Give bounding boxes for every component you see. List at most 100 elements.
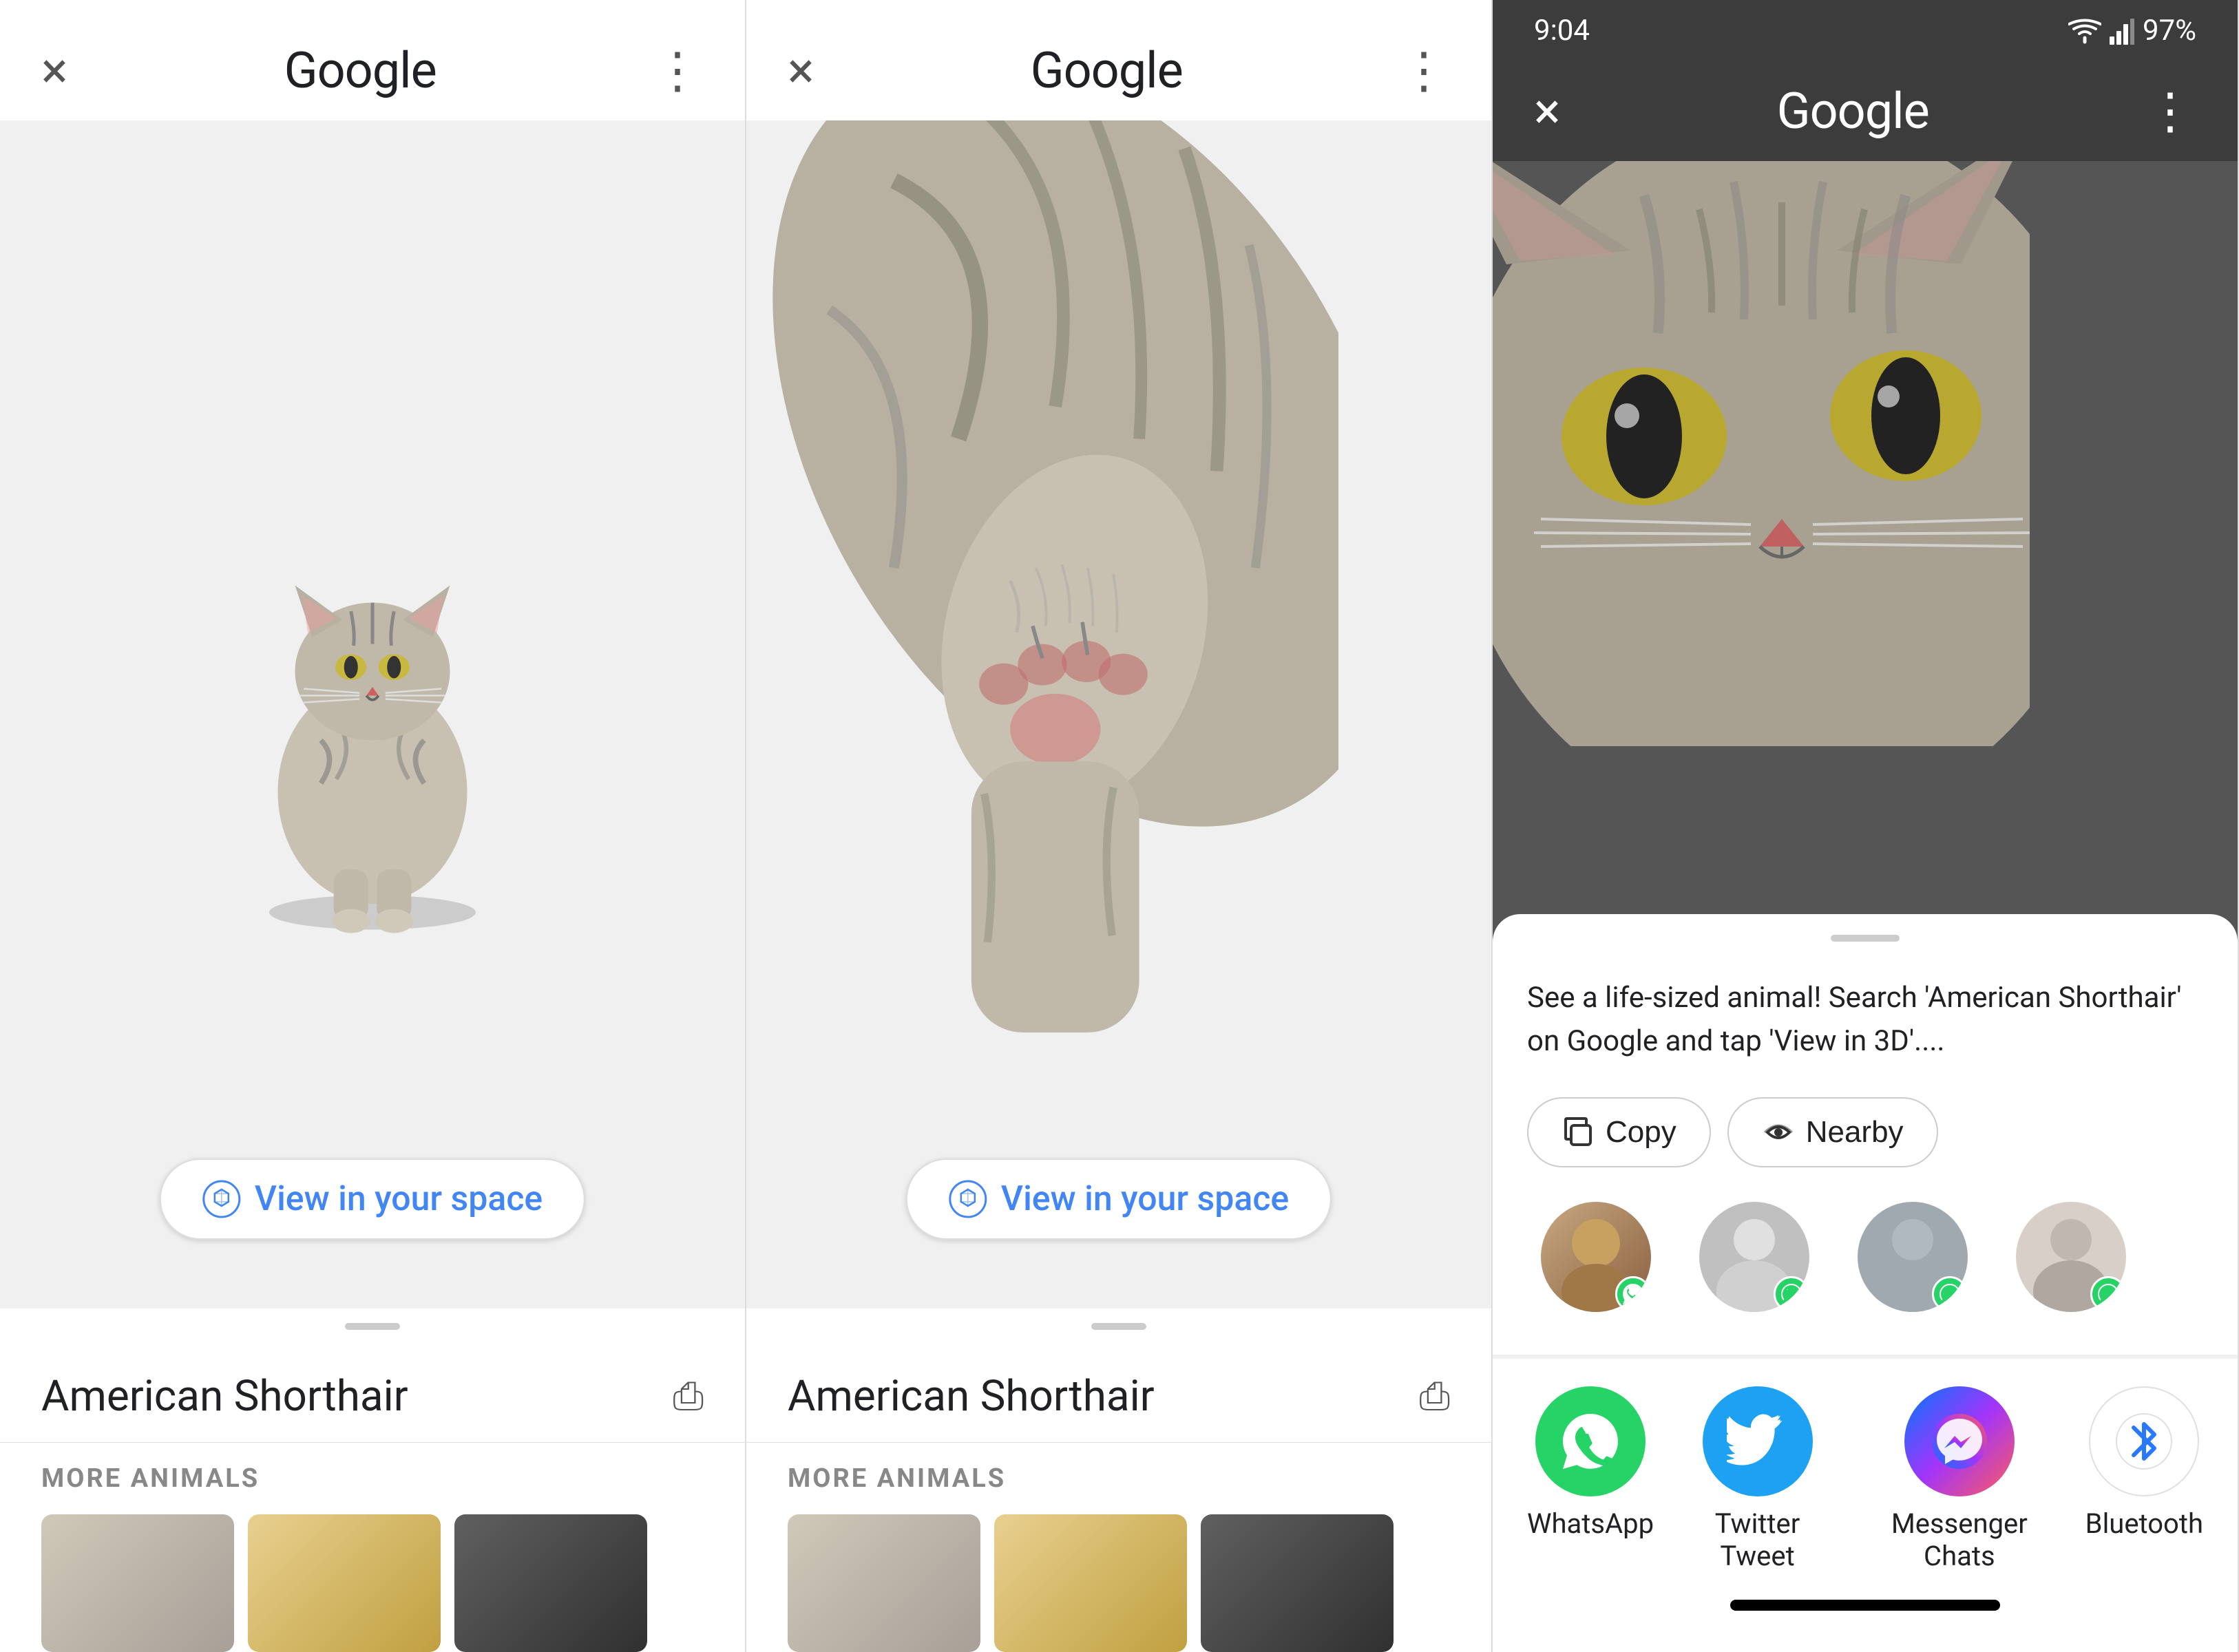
copy-label: Copy (1606, 1115, 1676, 1150)
nearby-icon (1762, 1116, 1795, 1149)
cat-zoomed-model[interactable] (746, 120, 1338, 1084)
cat-3d-model[interactable] (200, 491, 545, 938)
scroll-indicator-2 (746, 1309, 1491, 1344)
animal-thumb-2[interactable] (248, 1514, 441, 1652)
app-messenger[interactable]: Messenger Chats (1861, 1386, 2058, 1572)
whatsapp-label: WhatsApp (1527, 1507, 1654, 1540)
close-button-3[interactable]: × (1534, 87, 1560, 136)
more-animals-label: MORE ANIMALS (41, 1463, 704, 1494)
bluetooth-svg (2113, 1410, 2175, 1472)
bottom-section-2: American Shorthair ⎙ (746, 1344, 1491, 1442)
status-time: 9:04 (1534, 14, 1590, 47)
app-whatsapp[interactable]: WhatsApp (1527, 1386, 1654, 1572)
contact-avatar-2 (1699, 1202, 1809, 1312)
panel2-model-area: View in your space (746, 120, 1491, 1309)
wifi-icon (2068, 17, 2101, 45)
menu-button[interactable]: ⋮ (653, 59, 704, 83)
share-button-2[interactable]: ⎙ (1419, 1373, 1450, 1419)
app-title-3: Google (1777, 82, 1929, 140)
app-twitter[interactable]: Twitter Tweet (1681, 1386, 1833, 1572)
nearby-button[interactable]: Nearby (1727, 1097, 1938, 1167)
twitter-label: Twitter Tweet (1681, 1507, 1833, 1572)
twitter-app-icon (1703, 1386, 1813, 1496)
twitter-svg (1727, 1410, 1789, 1472)
divider (1493, 1355, 2238, 1359)
animal-thumb-3[interactable] (454, 1514, 647, 1652)
sheet-handle (1831, 935, 1900, 942)
bluetooth-app-icon (2089, 1386, 2199, 1496)
contact-2[interactable] (1685, 1202, 1823, 1320)
share-button[interactable]: ⎙ (673, 1373, 704, 1419)
contact-3[interactable] (1844, 1202, 1982, 1320)
view-space-button-2[interactable]: View in your space (906, 1158, 1332, 1240)
panel-1: × Google ⋮ (0, 0, 746, 1652)
status-bar: 9:04 97% (1493, 0, 2238, 54)
whatsapp-badge-1 (1615, 1276, 1651, 1312)
messenger-app-icon (1904, 1386, 2015, 1496)
whatsapp-app-icon (1535, 1386, 1646, 1496)
animal-thumb-5[interactable] (994, 1514, 1187, 1652)
whatsapp-icon-small (1621, 1282, 1645, 1306)
whatsapp-icon-small-2 (1780, 1282, 1803, 1306)
app-title-2: Google (1031, 41, 1183, 100)
model-area: View in your space (0, 120, 745, 1309)
share-action-row: Copy Nearby (1527, 1097, 2203, 1167)
contact-avatar-1 (1541, 1202, 1651, 1312)
signal-icon (2110, 17, 2134, 45)
copy-button[interactable]: Copy (1527, 1097, 1711, 1167)
animal-thumb-1[interactable] (41, 1514, 234, 1652)
panel1-header: × Google ⋮ (0, 0, 745, 120)
whatsapp-icon-small-3 (1938, 1282, 1962, 1306)
animal-name: American Shorthair (41, 1371, 408, 1421)
more-animals-section-2: MORE ANIMALS (746, 1442, 1491, 1652)
more-animals-label-2: MORE ANIMALS (788, 1463, 1450, 1494)
panel-2: × Google ⋮ (746, 0, 1493, 1652)
app-bluetooth[interactable]: Bluetooth (2085, 1386, 2203, 1572)
panel3-header: × Google ⋮ (1493, 54, 2238, 161)
contact-avatar-3 (1858, 1202, 1968, 1312)
menu-button-2[interactable]: ⋮ (1399, 59, 1450, 83)
contact-4[interactable] (2002, 1202, 2140, 1320)
whatsapp-badge-3 (1932, 1276, 1968, 1312)
whatsapp-icon-small-4 (2096, 1282, 2120, 1306)
view-space-button[interactable]: View in your space (160, 1158, 585, 1240)
ar-icon-2 (949, 1180, 987, 1218)
contact-1[interactable] (1527, 1202, 1665, 1320)
ar-icon (202, 1180, 241, 1218)
view-space-label: View in your space (255, 1179, 543, 1219)
share-sheet: See a life-sized animal! Search 'America… (1493, 914, 2238, 1652)
share-description: See a life-sized animal! Search 'America… (1527, 976, 2203, 1063)
whatsapp-badge-2 (1774, 1276, 1809, 1312)
bluetooth-label: Bluetooth (2085, 1507, 2203, 1540)
animal-thumb-4[interactable] (788, 1514, 980, 1652)
nearby-label: Nearby (1806, 1115, 1904, 1150)
home-indicator (1730, 1600, 2001, 1611)
animal-name-row: American Shorthair ⎙ (41, 1371, 704, 1421)
contact-avatar-4 (2016, 1202, 2126, 1312)
whatsapp-badge-4 (2090, 1276, 2126, 1312)
panel-3: 9:04 97% × Google ⋮ (1493, 0, 2239, 1652)
copy-icon (1562, 1116, 1595, 1149)
app-title: Google (284, 41, 437, 100)
animals-row-2 (788, 1514, 1450, 1652)
animals-row (41, 1514, 704, 1652)
contacts-row (1527, 1202, 2203, 1320)
scroll-indicator (0, 1309, 745, 1344)
apps-row: WhatsApp Twitter Tweet (1527, 1386, 2203, 1572)
animal-name-row-2: American Shorthair ⎙ (788, 1371, 1450, 1421)
panel2-header: × Google ⋮ (746, 0, 1491, 120)
messenger-label: Messenger Chats (1861, 1507, 2058, 1572)
menu-button-3[interactable]: ⋮ (2145, 99, 2196, 124)
status-bar-right: 97% (2068, 14, 2196, 47)
battery-level: 97% (2143, 14, 2196, 47)
animal-name-2: American Shorthair (788, 1371, 1155, 1421)
view-space-label-2: View in your space (1001, 1179, 1289, 1219)
whatsapp-svg (1559, 1410, 1621, 1472)
more-animals-section: MORE ANIMALS (0, 1442, 745, 1652)
messenger-svg (1928, 1410, 1990, 1472)
close-button-2[interactable]: × (788, 46, 814, 96)
cat-closeup-model (1493, 161, 2030, 746)
close-button[interactable]: × (41, 46, 67, 96)
animal-thumb-6[interactable] (1201, 1514, 1394, 1652)
bottom-section: American Shorthair ⎙ (0, 1344, 745, 1442)
